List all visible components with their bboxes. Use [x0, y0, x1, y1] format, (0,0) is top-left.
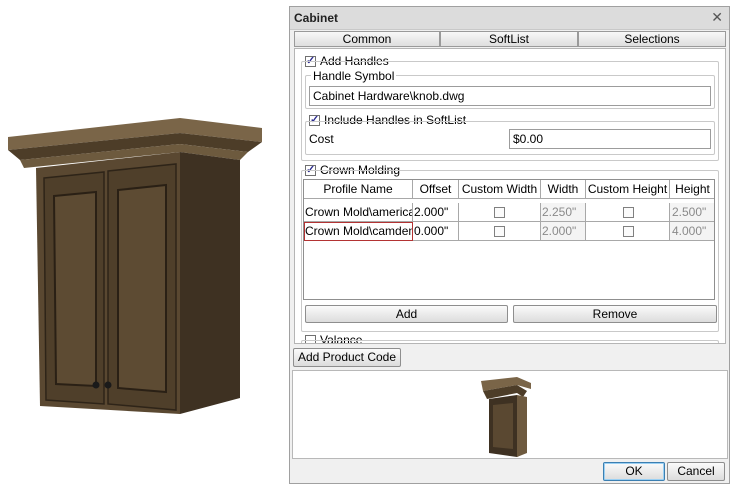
row-2-offset[interactable]: 0.000" [413, 222, 459, 241]
col-header-width[interactable]: Width [541, 180, 586, 199]
options-panel[interactable]: Add Handles Handle Symbol Cabinet Hardwa… [294, 48, 726, 344]
cost-field[interactable]: $0.00 [509, 129, 711, 149]
left-knob [92, 381, 100, 389]
col-header-offset[interactable]: Offset [413, 180, 459, 199]
crown-molding-grid: Profile Name Offset Custom Width Width C… [303, 179, 715, 300]
ok-button[interactable]: OK [603, 462, 665, 481]
tab-common[interactable]: Common [294, 31, 440, 47]
window-title: Cabinet [294, 11, 339, 25]
right-knob [104, 381, 112, 389]
tab-strip: Common SoftList Selections [294, 31, 726, 47]
profile-preview-panel [292, 370, 728, 459]
row-1-profile[interactable]: Crown Mold\american [304, 203, 413, 222]
row-2-custom-height-checkbox[interactable] [623, 226, 634, 237]
row-1-custom-height-checkbox[interactable] [623, 207, 634, 218]
row-1-height: 2.500" [670, 203, 714, 222]
remove-profile-button[interactable]: Remove [513, 305, 717, 323]
row-1-offset[interactable]: 2.000" [413, 203, 459, 222]
row-1-custom-width-checkbox[interactable] [494, 207, 505, 218]
col-header-custom-height[interactable]: Custom Height [586, 180, 670, 199]
cancel-button[interactable]: Cancel [667, 462, 725, 481]
row-1-custom-height-cell [586, 203, 670, 222]
cabinet-preview-illustration [8, 118, 262, 414]
row-2-custom-width-checkbox[interactable] [494, 226, 505, 237]
col-header-height[interactable]: Height [670, 180, 714, 199]
cost-label: Cost [309, 132, 334, 146]
row-2-custom-width-cell [459, 222, 541, 241]
add-profile-button[interactable]: Add [305, 305, 508, 323]
row-2-width: 2.000" [541, 222, 586, 241]
handle-symbol-field[interactable]: Cabinet Hardware\knob.dwg [309, 86, 711, 106]
col-header-custom-width[interactable]: Custom Width [459, 180, 541, 199]
add-product-code-button[interactable]: Add Product Code [293, 348, 401, 367]
row-1-width: 2.250" [541, 203, 586, 222]
close-icon[interactable]: ✕ [711, 9, 723, 26]
row-2-profile[interactable]: Crown Mold\camden [304, 222, 413, 241]
title-bar: Cabinet ✕ [290, 7, 729, 30]
valance-group [301, 340, 719, 343]
handle-symbol-label: Handle Symbol [311, 69, 397, 83]
tab-softlist[interactable]: SoftList [440, 31, 578, 47]
row-1-custom-width-cell [459, 203, 541, 222]
row-2-height: 4.000" [670, 222, 714, 241]
col-header-profile-name[interactable]: Profile Name [304, 180, 413, 199]
cabinet-dialog: Cabinet ✕ Common SoftList Selections Add… [289, 6, 730, 484]
row-2-custom-height-cell [586, 222, 670, 241]
crown-profile-preview-image [481, 377, 531, 457]
tab-selections[interactable]: Selections [578, 31, 726, 47]
